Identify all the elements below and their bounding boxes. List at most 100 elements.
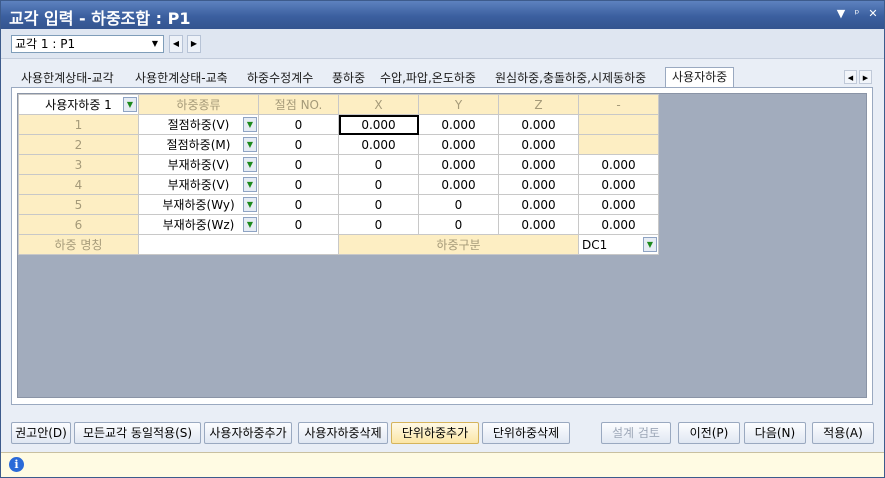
node-no-cell[interactable]: 0 <box>258 194 339 215</box>
chevron-down-icon[interactable]: ▼ <box>243 197 257 212</box>
load-type-value: 부재하중(V) <box>167 178 230 192</box>
y-cell[interactable]: 0.000 <box>418 134 499 155</box>
grid-header-row: 사용자하중 1 ▼ 하중종류 절점 NO. X Y Z - <box>18 94 659 115</box>
load-class-label: 하중구분 <box>338 234 579 255</box>
tab-wind-load[interactable]: 풍하중 <box>332 69 365 87</box>
tab-user-load[interactable]: 사용자하중 <box>665 67 735 88</box>
recommend-button[interactable]: 권고안(D) <box>11 422 71 444</box>
tab-centrifugal-collision-braking[interactable]: 원심하중,충돌하중,시제동하중 <box>495 69 646 87</box>
apply-all-piers-button[interactable]: 모든교각 동일적용(S) <box>74 422 201 444</box>
pier-input-window: 교각 입력 - 하중조합 : P1 ▼ ᵖ ✕ 교각 1 : P1 ▼ ◀ ▶ … <box>0 0 885 478</box>
row-number: 4 <box>18 174 139 195</box>
y-cell[interactable]: 0.000 <box>418 154 499 175</box>
z-cell[interactable]: 0.000 <box>498 214 579 235</box>
load-type-select[interactable]: 부재하중(Wy) ▼ <box>138 194 259 215</box>
node-no-cell[interactable]: 0 <box>258 114 339 135</box>
node-no-cell[interactable]: 0 <box>258 154 339 175</box>
tab-strip: 사용한계상태-교각 사용한계상태-교축 하중수정계수 풍하중 수압,파압,온도하… <box>11 67 873 88</box>
load-type-select[interactable]: 부재하중(Wz) ▼ <box>138 214 259 235</box>
prev-button[interactable]: 이전(P) <box>678 422 740 444</box>
next-pier-button[interactable]: ▶ <box>187 35 201 53</box>
z-cell[interactable]: 0.000 <box>498 154 579 175</box>
tab-water-wave-temperature[interactable]: 수압,파압,온도하중 <box>380 69 476 87</box>
header-node-no: 절점 NO. <box>258 94 339 115</box>
load-class-value: DC1 <box>582 237 608 252</box>
row-number: 5 <box>18 194 139 215</box>
x-cell[interactable]: 0 <box>338 214 419 235</box>
extra-cell[interactable]: 0.000 <box>578 194 659 215</box>
user-load-selector[interactable]: 사용자하중 1 ▼ <box>18 94 139 115</box>
x-cell[interactable]: 0 <box>338 174 419 195</box>
window-title: 교각 입력 - 하중조합 : P1 <box>9 9 191 28</box>
load-type-value: 절점하중(V) <box>167 118 230 132</box>
close-icon[interactable]: ✕ <box>866 7 880 21</box>
y-cell[interactable]: 0 <box>418 194 499 215</box>
row-number: 6 <box>18 214 139 235</box>
z-cell[interactable]: 0.000 <box>498 194 579 215</box>
tab-scroll-right-icon[interactable]: ▶ <box>859 70 872 84</box>
header-load-type: 하중종류 <box>138 94 259 115</box>
tab-service-limit-axis[interactable]: 사용한계상태-교축 <box>135 69 228 87</box>
pier-toolbar: 교각 1 : P1 ▼ ◀ ▶ <box>1 29 884 59</box>
delete-user-load-button[interactable]: 사용자하중삭제 <box>298 422 388 444</box>
title-bar[interactable]: 교각 입력 - 하중조합 : P1 ▼ ᵖ ✕ <box>1 1 884 29</box>
dropdown-icon[interactable]: ▼ <box>834 7 848 21</box>
pin-icon[interactable]: ᵖ <box>850 7 864 21</box>
node-no-cell[interactable]: 0 <box>258 134 339 155</box>
y-cell[interactable]: 0.000 <box>418 174 499 195</box>
load-type-select[interactable]: 부재하중(V) ▼ <box>138 174 259 195</box>
chevron-down-icon[interactable]: ▼ <box>243 217 257 232</box>
load-type-select[interactable]: 절점하중(V) ▼ <box>138 114 259 135</box>
chevron-down-icon[interactable]: ▼ <box>643 237 657 252</box>
table-row: 5 부재하중(Wy) ▼ 0 0 0 0.000 0.000 <box>18 194 659 215</box>
chevron-down-icon[interactable]: ▼ <box>243 117 257 132</box>
chevron-down-icon[interactable]: ▼ <box>123 97 137 112</box>
z-cell[interactable]: 0.000 <box>498 174 579 195</box>
table-row: 3 부재하중(V) ▼ 0 0 0.000 0.000 0.000 <box>18 154 659 175</box>
load-type-value: 부재하중(Wy) <box>162 198 235 212</box>
apply-button[interactable]: 적용(A) <box>812 422 874 444</box>
row-number: 1 <box>18 114 139 135</box>
x-cell[interactable]: 0.000 <box>338 114 419 135</box>
status-bar: i <box>1 452 884 477</box>
tab-service-limit-pier[interactable]: 사용한계상태-교각 <box>21 69 114 87</box>
node-no-cell[interactable]: 0 <box>258 174 339 195</box>
user-load-grid: 사용자하중 1 ▼ 하중종류 절점 NO. X Y Z - 1 절점하중(V) ▼… <box>18 94 659 255</box>
load-type-value: 부재하중(V) <box>167 158 230 172</box>
x-cell[interactable]: 0 <box>338 194 419 215</box>
node-no-cell[interactable]: 0 <box>258 214 339 235</box>
add-unit-load-button[interactable]: 단위하중추가 <box>391 422 479 444</box>
next-button[interactable]: 다음(N) <box>744 422 806 444</box>
delete-unit-load-button[interactable]: 단위하중삭제 <box>482 422 570 444</box>
header-extra: - <box>578 94 659 115</box>
z-cell[interactable]: 0.000 <box>498 114 579 135</box>
z-cell[interactable]: 0.000 <box>498 134 579 155</box>
add-user-load-button[interactable]: 사용자하중추가 <box>204 422 292 444</box>
prev-pier-button[interactable]: ◀ <box>169 35 183 53</box>
extra-cell[interactable]: 0.000 <box>578 174 659 195</box>
load-type-select[interactable]: 절점하중(M) ▼ <box>138 134 259 155</box>
header-y: Y <box>418 94 499 115</box>
x-cell[interactable]: 0 <box>338 154 419 175</box>
extra-cell <box>578 134 659 155</box>
design-check-button[interactable]: 설계 검토 <box>601 422 671 444</box>
x-cell[interactable]: 0.000 <box>338 134 419 155</box>
y-cell[interactable]: 0.000 <box>418 114 499 135</box>
chevron-down-icon[interactable]: ▼ <box>243 177 257 192</box>
tab-load-modifier[interactable]: 하중수정계수 <box>247 69 313 87</box>
tab-scroll-left-icon[interactable]: ◀ <box>844 70 857 84</box>
load-class-select[interactable]: DC1 ▼ <box>578 234 659 255</box>
chevron-down-icon[interactable]: ▼ <box>243 137 257 152</box>
load-name-label: 하중 명칭 <box>18 234 139 255</box>
extra-cell[interactable]: 0.000 <box>578 214 659 235</box>
load-type-select[interactable]: 부재하중(V) ▼ <box>138 154 259 175</box>
load-type-value: 부재하중(Wz) <box>162 218 235 232</box>
row-number: 3 <box>18 154 139 175</box>
chevron-down-icon[interactable]: ▼ <box>243 157 257 172</box>
chevron-down-icon[interactable]: ▼ <box>149 37 161 51</box>
y-cell[interactable]: 0 <box>418 214 499 235</box>
load-name-input[interactable] <box>138 234 339 255</box>
pier-selector[interactable]: 교각 1 : P1 ▼ <box>11 35 164 53</box>
row-number: 2 <box>18 134 139 155</box>
extra-cell[interactable]: 0.000 <box>578 154 659 175</box>
